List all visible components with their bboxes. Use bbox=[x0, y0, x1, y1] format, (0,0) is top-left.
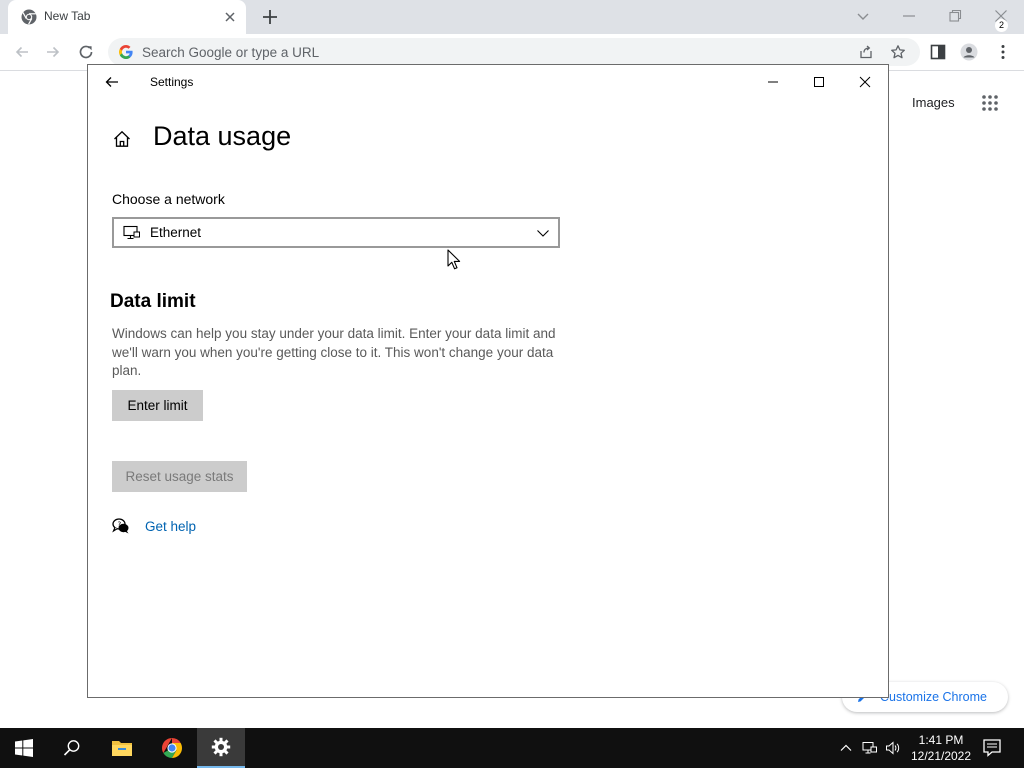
new-tab-plus-icon[interactable] bbox=[260, 7, 280, 27]
windows-logo-icon bbox=[15, 739, 33, 757]
reload-icon[interactable] bbox=[77, 43, 95, 61]
omnibox[interactable]: Search Google or type a URL bbox=[108, 38, 920, 66]
taskbar-clock[interactable]: 1:41 PM 12/21/2022 bbox=[908, 732, 974, 764]
close-button[interactable] bbox=[842, 65, 888, 99]
svg-text:?: ? bbox=[118, 521, 122, 529]
chrome-tabstrip: New Tab bbox=[0, 0, 1024, 34]
page-title: Data usage bbox=[153, 121, 292, 151]
tab-new-tab[interactable]: New Tab bbox=[8, 0, 246, 34]
notification-count-badge: 2 bbox=[995, 19, 1008, 32]
close-icon bbox=[859, 76, 871, 88]
get-help-chat-icon: ? bbox=[112, 518, 129, 534]
tab-title: New Tab bbox=[44, 9, 91, 23]
forward-arrow-icon[interactable] bbox=[44, 43, 62, 61]
settings-window: Settings Data usage Choose a network Eth… bbox=[87, 64, 889, 698]
bookmark-star-icon[interactable] bbox=[890, 44, 906, 60]
chevron-down-icon bbox=[537, 230, 549, 237]
maximize-icon bbox=[814, 77, 824, 87]
folder-icon bbox=[112, 741, 132, 756]
gear-icon bbox=[211, 737, 231, 757]
side-panel-icon[interactable] bbox=[929, 43, 947, 61]
data-limit-heading: Data limit bbox=[110, 291, 196, 312]
taskbar-file-explorer[interactable] bbox=[98, 728, 146, 768]
ethernet-icon bbox=[123, 225, 140, 240]
settings-titlebar: Settings bbox=[88, 65, 888, 99]
google-g-icon bbox=[119, 45, 133, 59]
taskbar: 1:41 PM 12/21/2022 bbox=[0, 728, 1024, 768]
network-dropdown[interactable]: Ethernet bbox=[112, 217, 560, 248]
network-selected-value: Ethernet bbox=[150, 225, 202, 240]
action-center-icon[interactable] bbox=[982, 738, 1004, 758]
data-limit-description: Windows can help you stay under your dat… bbox=[112, 326, 556, 378]
images-link[interactable]: Images bbox=[912, 95, 955, 110]
search-button[interactable] bbox=[48, 728, 96, 768]
minimize-button[interactable] bbox=[750, 65, 796, 99]
share-icon[interactable] bbox=[858, 44, 874, 60]
home-icon[interactable] bbox=[112, 129, 132, 149]
clock-date: 12/21/2022 bbox=[910, 749, 972, 763]
profile-avatar-icon[interactable] bbox=[960, 43, 978, 61]
search-icon bbox=[63, 740, 80, 756]
maximize-button[interactable] bbox=[796, 65, 842, 99]
chrome-logo-icon bbox=[162, 738, 182, 758]
get-help-link[interactable]: Get help bbox=[145, 519, 196, 534]
mouse-cursor-icon bbox=[447, 249, 461, 270]
volume-icon[interactable] bbox=[885, 740, 901, 756]
network-tray-icon[interactable] bbox=[862, 740, 878, 756]
chrome-menu-kebab-icon[interactable] bbox=[994, 43, 1012, 61]
customize-chrome-label: Customize Chrome bbox=[880, 690, 987, 704]
minimize-icon bbox=[768, 81, 778, 83]
taskbar-settings[interactable] bbox=[197, 728, 245, 768]
back-arrow-icon[interactable] bbox=[104, 74, 120, 90]
show-hidden-icons-chevron-icon[interactable] bbox=[838, 740, 854, 756]
tab-close-icon[interactable] bbox=[222, 9, 238, 25]
chrome-logo-icon bbox=[21, 9, 37, 25]
enter-limit-button[interactable]: Enter limit bbox=[112, 390, 203, 421]
clock-time: 1:41 PM bbox=[918, 733, 964, 747]
tab-search-chevron-icon[interactable] bbox=[853, 6, 873, 26]
reset-usage-stats-button[interactable]: Reset usage stats bbox=[112, 461, 247, 492]
back-arrow-icon[interactable] bbox=[13, 43, 31, 61]
taskbar-chrome[interactable] bbox=[148, 728, 196, 768]
omnibox-placeholder: Search Google or type a URL bbox=[142, 45, 320, 60]
window-title: Settings bbox=[150, 75, 194, 89]
network-label: Choose a network bbox=[112, 191, 225, 207]
browser-minimize-icon[interactable] bbox=[899, 6, 919, 26]
browser-restore-icon[interactable] bbox=[945, 6, 965, 26]
start-button[interactable] bbox=[0, 728, 48, 768]
google-apps-grid-icon[interactable] bbox=[981, 94, 999, 112]
